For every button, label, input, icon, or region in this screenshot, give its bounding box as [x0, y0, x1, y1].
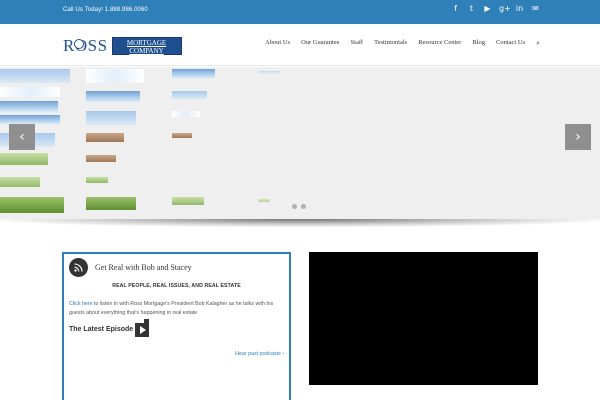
email-icon[interactable]: ✉	[531, 4, 540, 13]
slide-tile	[258, 199, 270, 202]
play-button-tab	[144, 319, 149, 323]
top-bar: Call Us Today! 1.888.986.0060 f t ▶ g+ i…	[0, 0, 600, 24]
nav-item-contact-us[interactable]: Contact Us	[496, 39, 525, 48]
slide-tile	[172, 111, 200, 117]
slider-next-button[interactable]: ›	[565, 124, 591, 150]
slide-tile	[0, 87, 60, 97]
slide-tile	[86, 133, 124, 142]
social-links: f t ▶ g+ in ✉	[451, 4, 540, 13]
slide-tile	[172, 133, 192, 138]
googleplus-icon[interactable]: g+	[499, 4, 511, 13]
slide-tile	[86, 69, 144, 83]
slide-tile	[258, 71, 280, 74]
logo-word: ROSS	[63, 36, 108, 55]
slide-tile	[0, 197, 64, 213]
nav-item-our-guarantee[interactable]: Our Guarantee	[301, 39, 339, 48]
logo[interactable]: ROSS MORTGAGE COMPANY	[63, 36, 182, 56]
chevron-left-icon: ‹	[19, 129, 25, 145]
slide-tile	[172, 197, 204, 205]
podcast-description-text: to listen in with Ross Mortgage's Presid…	[69, 301, 274, 316]
slider-dot[interactable]	[292, 204, 297, 209]
nav-item-staff[interactable]: Staff	[351, 39, 364, 48]
slide-tile	[0, 153, 48, 165]
nav-item-about-us[interactable]: About Us	[265, 39, 290, 48]
podcast-title: Get Real with Bob and Stacey	[95, 263, 192, 272]
slide-tile	[172, 91, 207, 99]
rss-icon[interactable]	[69, 258, 88, 277]
slide-tile	[0, 177, 40, 187]
past-podcasts-link[interactable]: Hear past podcasts ›	[235, 351, 284, 357]
nav-item-resource-center[interactable]: Resource Center	[418, 39, 461, 48]
chevron-right-icon: ›	[575, 129, 581, 145]
logo-box-line1: MORTGAGE	[126, 39, 167, 47]
linkedin-icon[interactable]: in	[515, 4, 524, 13]
slide-tile	[86, 111, 136, 125]
click-here-link[interactable]: Click here	[69, 301, 93, 307]
podcast-description: Click here to listen in with Ross Mortga…	[69, 300, 287, 318]
call-us-text: Call Us Today! 1.888.986.0060	[63, 7, 148, 13]
slide-tile	[86, 197, 136, 210]
twitter-icon[interactable]: t	[467, 4, 476, 13]
video-player[interactable]	[309, 252, 538, 385]
site-header: ROSS MORTGAGE COMPANY About Us Our Guara…	[0, 24, 600, 66]
slide-tile	[0, 101, 58, 113]
main-nav: About Us Our Guarantee Staff Testimonial…	[265, 39, 540, 48]
nav-item-testimonials[interactable]: Testimonials	[374, 39, 407, 48]
logo-wordmark: ROSS	[63, 36, 108, 56]
slider-shadow	[0, 219, 600, 227]
podcast-panel: Get Real with Bob and Stacey REAL PEOPLE…	[62, 252, 291, 400]
podcast-subtitle: REAL PEOPLE, REAL ISSUES, AND REAL ESTAT…	[112, 283, 241, 289]
slide-tile	[172, 69, 215, 79]
slider-prev-button[interactable]: ‹	[9, 124, 35, 150]
slide-tile	[0, 69, 70, 83]
slider-dot[interactable]	[301, 204, 306, 209]
logo-box-line2: COMPANY	[129, 47, 164, 55]
facebook-icon[interactable]: f	[451, 4, 460, 13]
youtube-icon[interactable]: ▶	[483, 4, 492, 13]
slide-tile	[86, 91, 140, 103]
logo-box: MORTGAGE COMPANY	[111, 37, 182, 55]
hero-slider: ‹ ›	[0, 67, 600, 219]
slider-pagination	[292, 204, 306, 209]
slide-tile	[86, 177, 108, 183]
slide-tile	[86, 155, 116, 162]
nav-item-blog[interactable]: Blog	[472, 39, 485, 48]
play-button[interactable]	[135, 319, 149, 337]
search-icon[interactable]: ⌕	[536, 39, 540, 48]
globe-icon	[74, 39, 84, 49]
latest-episode-label: The Latest Episode	[69, 326, 134, 333]
